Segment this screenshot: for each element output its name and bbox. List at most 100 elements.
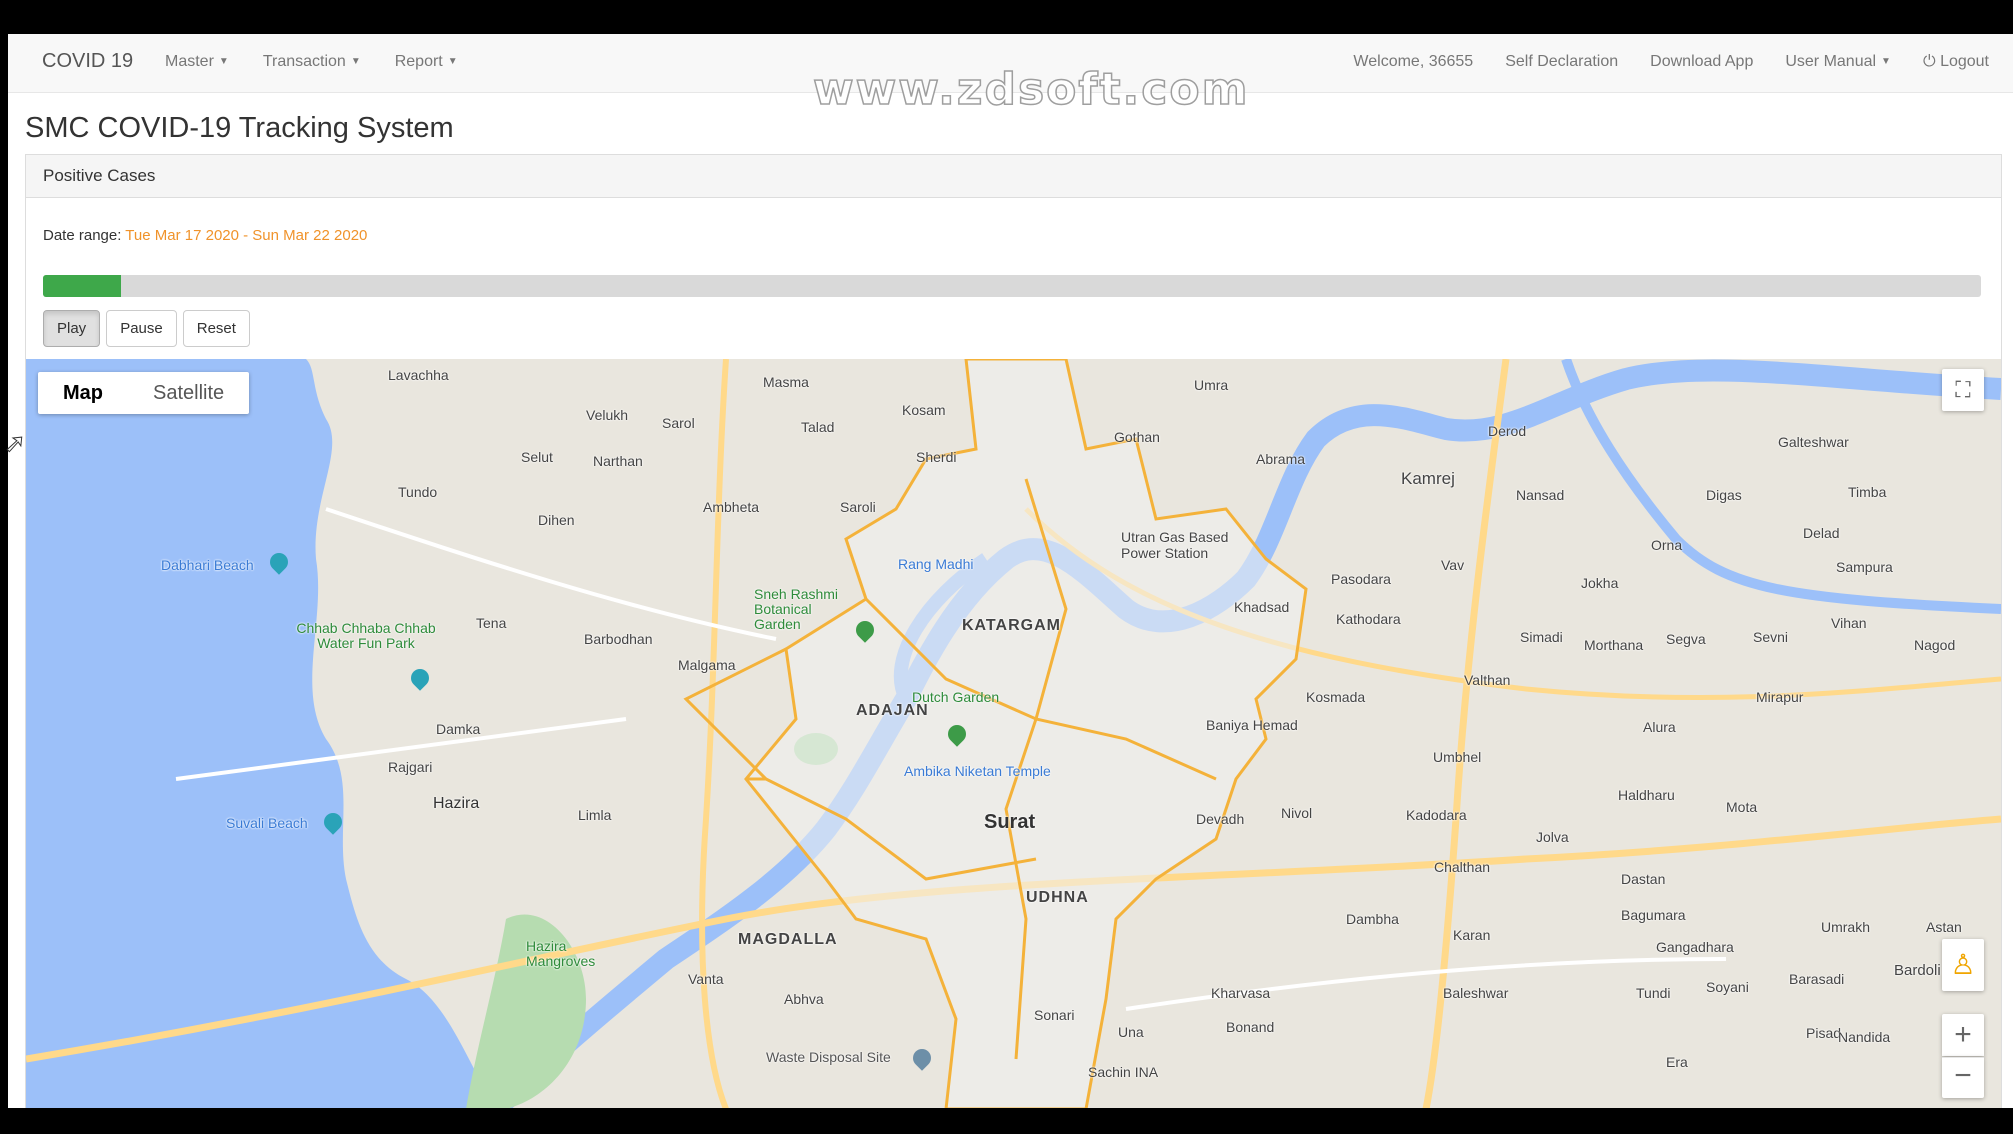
place-label: Orna bbox=[1651, 537, 1683, 553]
download-app-link[interactable]: Download App bbox=[1650, 53, 1753, 71]
place-label: Sarol bbox=[662, 415, 695, 431]
place-label: Digas bbox=[1706, 487, 1742, 503]
brand-link[interactable]: COVID 19 bbox=[42, 50, 133, 73]
logout-link[interactable]: ⏻ Logout bbox=[1923, 53, 1989, 71]
place-label: Segva bbox=[1666, 631, 1706, 647]
place-label: Gangadhara bbox=[1656, 939, 1734, 955]
place-label: Nandida bbox=[1838, 1029, 1891, 1045]
caret-down-icon: ▼ bbox=[447, 56, 458, 67]
menu-master[interactable]: Master ▼ bbox=[165, 53, 229, 71]
place-label: Vanta bbox=[688, 971, 724, 987]
reset-button[interactable]: Reset bbox=[182, 310, 250, 347]
menu-master-label: Master bbox=[165, 53, 214, 70]
menu-report[interactable]: Report ▼ bbox=[395, 53, 458, 71]
fullscreen-icon[interactable]: ⛶ bbox=[1942, 369, 1984, 411]
place-label: Una bbox=[1118, 1024, 1144, 1040]
caret-down-icon: ▼ bbox=[1881, 56, 1891, 67]
place-label: Kharvasa bbox=[1211, 985, 1271, 1001]
minus-icon[interactable]: − bbox=[1942, 1057, 1984, 1098]
user-manual-label: User Manual bbox=[1785, 53, 1877, 70]
place-label: Narthan bbox=[593, 453, 643, 469]
poi-label[interactable]: Dutch Garden bbox=[912, 689, 999, 705]
logout-label: Logout bbox=[1940, 53, 1989, 70]
river-north bbox=[1561, 359, 2001, 614]
place-label: Vihan bbox=[1831, 615, 1867, 631]
place-label: Umbhel bbox=[1433, 749, 1482, 765]
place-label: Talad bbox=[801, 419, 835, 435]
date-range: Date range: Tue Mar 17 2020 - Sun Mar 22… bbox=[43, 227, 367, 244]
menu-transaction[interactable]: Transaction ▼ bbox=[263, 53, 361, 71]
place-label: Bonand bbox=[1226, 1019, 1275, 1035]
play-button[interactable]: Play bbox=[43, 310, 101, 347]
pegman-icon[interactable]: ♙ bbox=[1942, 939, 1984, 991]
place-label: Astan bbox=[1926, 919, 1962, 935]
place-label: Nagod bbox=[1914, 637, 1956, 653]
place-label: Baleshwar bbox=[1443, 985, 1509, 1001]
poi-label[interactable]: Hazira Mangroves bbox=[526, 939, 616, 969]
place-label: Sherdi bbox=[916, 449, 957, 465]
place-label: Masma bbox=[763, 374, 809, 390]
date-range-value: Tue Mar 17 2020 - Sun Mar 22 2020 bbox=[125, 227, 368, 244]
place-label: Malgama bbox=[678, 657, 736, 673]
place-label: Valthan bbox=[1464, 672, 1511, 688]
place-label: Jokha bbox=[1581, 575, 1619, 591]
place-label: Kosam bbox=[902, 402, 946, 418]
place-label: Abrama bbox=[1256, 451, 1306, 467]
place-label: Lavachha bbox=[388, 367, 449, 383]
app-window: COVID 19 Master ▼ Transaction ▼ Report ▼ We… bbox=[8, 34, 2013, 1108]
place-label: Alura bbox=[1643, 719, 1676, 735]
place-label: Bagumara bbox=[1621, 907, 1686, 923]
map-type-control: Map Satellite bbox=[38, 372, 250, 414]
place-label: Pisad bbox=[1806, 1025, 1842, 1041]
self-declaration-link[interactable]: Self Declaration bbox=[1505, 53, 1618, 71]
poi-label[interactable]: Ambika Niketan Temple bbox=[904, 763, 1051, 779]
poi-label[interactable]: Waste Disposal Site bbox=[766, 1049, 891, 1065]
place-label: Hazira bbox=[433, 795, 480, 812]
caret-down-icon: ▼ bbox=[218, 56, 229, 67]
place-label: Dastan bbox=[1621, 871, 1666, 887]
place-label: Nivol bbox=[1281, 805, 1313, 821]
place-label: Mirapur bbox=[1756, 689, 1804, 705]
poi-label[interactable]: Rang Madhi bbox=[898, 556, 974, 572]
place-label: Velukh bbox=[586, 407, 629, 423]
place-label: Sampura bbox=[1836, 559, 1893, 575]
user-manual-menu[interactable]: User Manual ▼ bbox=[1785, 53, 1891, 71]
place-label: Umrakh bbox=[1821, 919, 1871, 935]
place-label: Kosmada bbox=[1306, 689, 1366, 705]
area-label: MAGDALLA bbox=[738, 931, 838, 948]
map-view[interactable]: Lavachha Masma Kosam Umra Gothan Velukh … bbox=[26, 359, 2001, 1108]
timeline-progress-bar[interactable] bbox=[43, 275, 1981, 297]
power-icon: ⏻ bbox=[1922, 53, 1936, 70]
place-label: Tundi bbox=[1636, 985, 1671, 1001]
road bbox=[1125, 957, 1727, 1011]
poi-label[interactable]: Suvali Beach bbox=[226, 815, 308, 831]
place-label: Tundo bbox=[398, 484, 438, 500]
caret-down-icon: ▼ bbox=[350, 56, 361, 67]
place-label: Soyani bbox=[1706, 979, 1749, 995]
poi-label[interactable]: Sneh Rashmi Botanical Garden bbox=[754, 587, 854, 632]
place-label: Baniya Hemad bbox=[1206, 717, 1298, 733]
place-label: Sonari bbox=[1034, 1007, 1075, 1023]
date-range-label: Date range: bbox=[43, 227, 122, 244]
place-label: Abhva bbox=[784, 991, 824, 1007]
poi-label[interactable]: Dabhari Beach bbox=[161, 557, 254, 573]
place-label: Karan bbox=[1453, 927, 1491, 943]
pause-button[interactable]: Pause bbox=[106, 310, 177, 347]
place-label: Ambheta bbox=[703, 499, 760, 515]
map-type-satellite-button[interactable]: Satellite bbox=[128, 372, 249, 414]
map-type-map-button[interactable]: Map bbox=[38, 372, 128, 414]
playback-controls: Play Pause Reset bbox=[43, 310, 250, 347]
place-label: Chalthan bbox=[1434, 859, 1491, 875]
nav-menu: Master ▼ Transaction ▼ Report ▼ bbox=[165, 53, 458, 71]
place-label: Sachin INA bbox=[1088, 1064, 1159, 1080]
nav-right: Welcome, 36655 Self Declaration Download… bbox=[1353, 53, 1989, 71]
place-label: Vav bbox=[1441, 557, 1465, 573]
panel-heading: Positive Cases bbox=[26, 155, 2001, 198]
place-label: Dambha bbox=[1346, 911, 1399, 927]
plus-icon[interactable]: + bbox=[1942, 1014, 1984, 1056]
place-label: Barbodhan bbox=[584, 631, 653, 647]
welcome-text: Welcome, 36655 bbox=[1353, 53, 1474, 70]
poi-label[interactable]: Chhab Chhaba Chhab Water Fun Park bbox=[291, 621, 441, 651]
area-label: KATARGAM bbox=[962, 617, 1061, 634]
place-label: Kadodara bbox=[1406, 807, 1467, 823]
